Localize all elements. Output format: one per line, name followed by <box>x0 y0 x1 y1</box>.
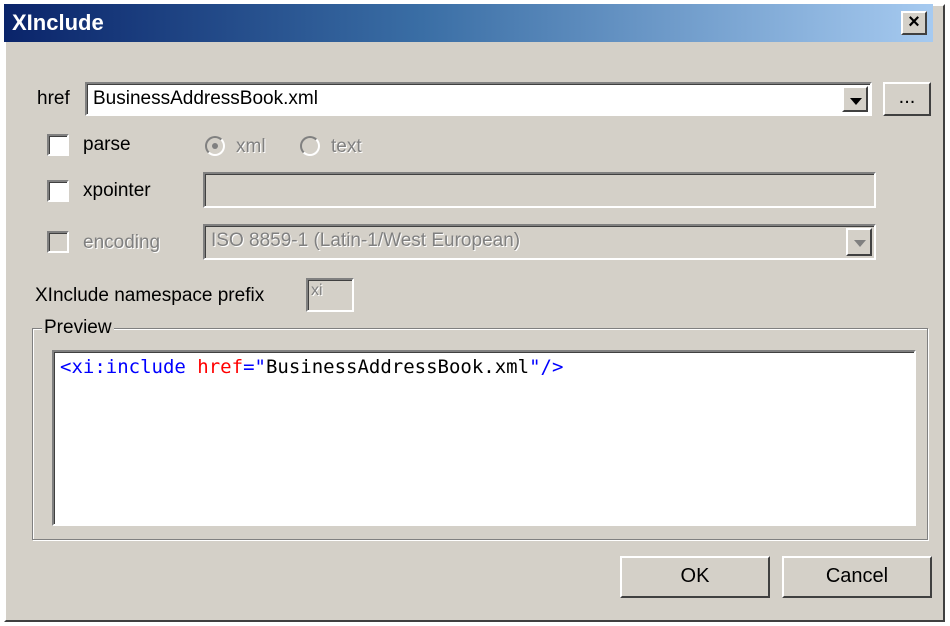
code-equals: = <box>243 356 255 378</box>
code-close-bracket: /> <box>540 356 564 378</box>
browse-label: ... <box>898 86 916 108</box>
code-quote-close: " <box>529 356 541 378</box>
parse-label: parse <box>83 134 131 155</box>
href-dropdown-button[interactable] <box>842 86 868 112</box>
cancel-button[interactable]: Cancel <box>782 556 932 598</box>
encoding-label: encoding <box>83 232 161 253</box>
parse-xml-radio[interactable] <box>205 136 225 156</box>
namespace-prefix-label: XInclude namespace prefix <box>35 285 265 306</box>
encoding-combobox[interactable]: ISO 8859-1 (Latin-1/West European) <box>203 224 876 260</box>
close-button[interactable]: × <box>901 11 927 35</box>
parse-text-radio[interactable] <box>300 136 320 156</box>
title-bar[interactable]: XInclude × <box>4 4 933 42</box>
href-value: BusinessAddressBook.xml <box>93 88 318 109</box>
href-label: href <box>37 88 70 109</box>
parse-xml-label: xml <box>236 136 266 157</box>
browse-button[interactable]: ... <box>883 82 931 116</box>
encoding-value: ISO 8859-1 (Latin-1/West European) <box>211 230 521 251</box>
cancel-label: Cancel <box>825 565 889 587</box>
encoding-checkbox[interactable] <box>47 231 69 253</box>
preview-code: <xi:include href="BusinessAddressBook.xm… <box>60 356 563 378</box>
code-open-bracket: < <box>60 356 72 378</box>
href-combobox[interactable]: BusinessAddressBook.xml <box>85 82 872 116</box>
xpointer-label: xpointer <box>83 180 151 201</box>
code-attribute-value: BusinessAddressBook.xml <box>265 356 530 378</box>
xpointer-checkbox[interactable] <box>47 180 69 202</box>
parse-text-label: text <box>331 136 362 157</box>
code-attribute: href <box>197 356 244 378</box>
code-tag: xi:include <box>71 356 186 378</box>
chevron-down-icon <box>854 240 866 247</box>
close-icon: × <box>908 11 920 33</box>
chevron-down-icon <box>850 98 862 105</box>
radio-selected-dot <box>212 143 218 149</box>
preview-area[interactable]: <xi:include href="BusinessAddressBook.xm… <box>52 350 916 526</box>
code-quote-open: " <box>254 356 266 378</box>
preview-label: Preview <box>42 317 114 339</box>
window-title: XInclude <box>12 10 104 35</box>
parse-checkbox[interactable] <box>47 134 69 156</box>
ok-label: OK <box>680 565 710 587</box>
xpointer-input[interactable] <box>203 172 876 208</box>
namespace-prefix-input[interactable]: xi <box>306 278 354 312</box>
namespace-prefix-value: xi <box>311 282 323 299</box>
encoding-dropdown-button[interactable] <box>846 228 872 256</box>
ok-button[interactable]: OK <box>620 556 770 598</box>
